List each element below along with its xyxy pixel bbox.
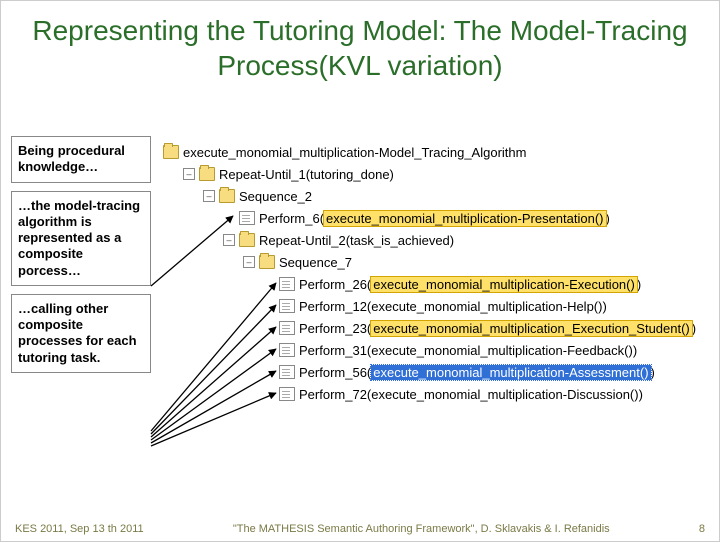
label-suffix: ) — [651, 365, 655, 380]
highlight-yellow: execute_monomial_multiplication-Executio… — [371, 277, 637, 292]
tree-label: Perform_72(execute_monomial_multiplicati… — [299, 387, 643, 402]
tree-item[interactable]: – Sequence_2 — [163, 185, 703, 207]
highlight-blue-selection: execute_monomial_multiplication-Assessme… — [371, 365, 650, 380]
tree-item-root[interactable]: execute_monomial_multiplication-Model_Tr… — [163, 141, 703, 163]
label-prefix: Perform_23( — [299, 321, 371, 336]
expand-icon[interactable]: – — [243, 256, 255, 268]
tree-view: execute_monomial_multiplication-Model_Tr… — [163, 141, 703, 405]
leaf-icon — [239, 211, 255, 225]
tree-label: Repeat-Until_1(tutoring_done) — [219, 167, 394, 182]
tree-item[interactable]: – Repeat-Until_2(task_is_achieved) — [163, 229, 703, 251]
folder-icon — [259, 255, 275, 269]
highlight-yellow: execute_monomial_multiplication-Presenta… — [324, 211, 605, 226]
tree-label: Perform_23(execute_monomial_multiplicati… — [299, 321, 696, 336]
tree-item[interactable]: Perform_26(execute_monomial_multiplicati… — [163, 273, 703, 295]
tree-label: Perform_6(execute_monomial_multiplicatio… — [259, 211, 610, 226]
expand-icon[interactable]: – — [223, 234, 235, 246]
label-prefix: Perform_56( — [299, 365, 371, 380]
leaf-icon — [279, 299, 295, 313]
folder-icon — [163, 145, 179, 159]
leaf-icon — [279, 343, 295, 357]
highlight-yellow: execute_monomial_multiplication_Executio… — [371, 321, 692, 336]
footer-center: "The MATHESIS Semantic Authoring Framewo… — [144, 523, 699, 535]
tree-item[interactable]: Perform_6(execute_monomial_multiplicatio… — [163, 207, 703, 229]
tree-label: Sequence_7 — [279, 255, 352, 270]
label-prefix: Perform_6( — [259, 211, 324, 226]
tree-label: Perform_26(execute_monomial_multiplicati… — [299, 277, 641, 292]
slide-title: Representing the Tutoring Model: The Mod… — [1, 1, 719, 83]
tree-label: Perform_12(execute_monomial_multiplicati… — [299, 299, 607, 314]
footer-left: KES 2011, Sep 13 th 2011 — [15, 523, 144, 535]
tree-item[interactable]: – Sequence_7 — [163, 251, 703, 273]
tree-item[interactable]: Perform_12(execute_monomial_multiplicati… — [163, 295, 703, 317]
side-note-1: Being procedural knowledge… — [11, 136, 151, 183]
leaf-icon — [279, 365, 295, 379]
leaf-icon — [279, 277, 295, 291]
tree-label: Sequence_2 — [239, 189, 312, 204]
tree-item[interactable]: Perform_72(execute_monomial_multiplicati… — [163, 383, 703, 405]
slide-footer: KES 2011, Sep 13 th 2011 "The MATHESIS S… — [1, 523, 719, 535]
side-note-2: …the model-tracing algorithm is represen… — [11, 191, 151, 286]
leaf-icon — [279, 321, 295, 335]
expand-icon[interactable]: – — [183, 168, 195, 180]
tree-item[interactable]: Perform_56(execute_monomial_multiplicati… — [163, 361, 703, 383]
folder-icon — [199, 167, 215, 181]
label-suffix: ) — [692, 321, 696, 336]
tree-label: Perform_31(execute_monomial_multiplicati… — [299, 343, 637, 358]
tree-item[interactable]: Perform_31(execute_monomial_multiplicati… — [163, 339, 703, 361]
tree-item[interactable]: – Repeat-Until_1(tutoring_done) — [163, 163, 703, 185]
folder-icon — [239, 233, 255, 247]
label-suffix: ) — [637, 277, 641, 292]
folder-icon — [219, 189, 235, 203]
side-note-3: …calling other composite processes for e… — [11, 294, 151, 373]
label-suffix: ) — [606, 211, 610, 226]
label-prefix: Perform_26( — [299, 277, 371, 292]
tree-label: Repeat-Until_2(task_is_achieved) — [259, 233, 454, 248]
tree-label: execute_monomial_multiplication-Model_Tr… — [183, 145, 526, 160]
tree-label: Perform_56(execute_monomial_multiplicati… — [299, 365, 655, 380]
leaf-icon — [279, 387, 295, 401]
slide-number: 8 — [699, 523, 705, 535]
expand-icon[interactable]: – — [203, 190, 215, 202]
tree-item[interactable]: Perform_23(execute_monomial_multiplicati… — [163, 317, 703, 339]
